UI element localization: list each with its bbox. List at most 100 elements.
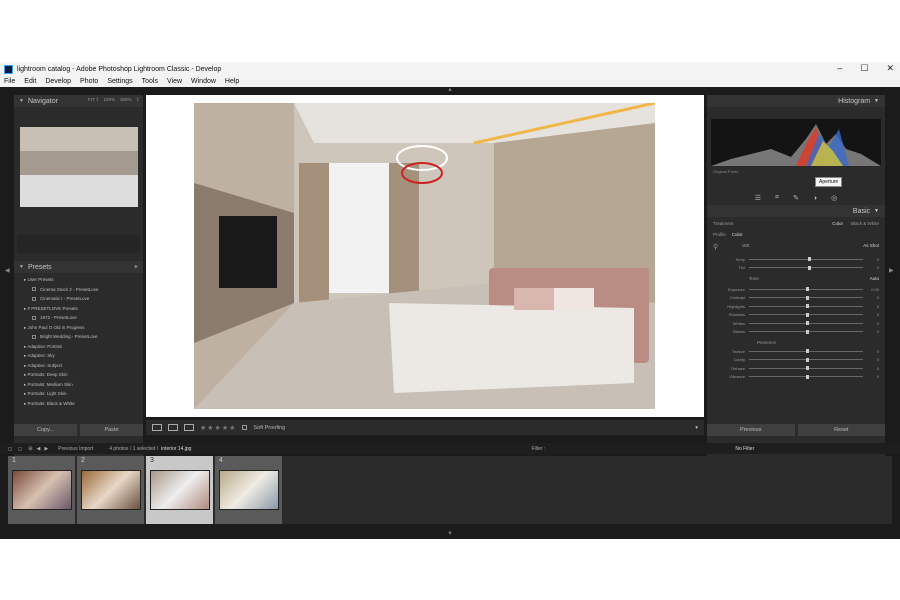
slider-value[interactable]: 0 [863, 374, 879, 379]
slider-value[interactable]: 0.00 [863, 287, 879, 292]
slider-value[interactable]: 0 [863, 312, 879, 317]
slider-value[interactable]: 0 [863, 329, 879, 334]
slider-knob[interactable] [806, 295, 809, 300]
menu-file[interactable]: File [4, 78, 15, 85]
preset-item[interactable]: ▸ # PRESETLOVE Presets [24, 304, 143, 314]
red-eye-icon[interactable]: ◎ [831, 194, 837, 202]
slider-row[interactable]: Highlights 0 [707, 302, 885, 311]
slider-value[interactable]: 0 [863, 366, 879, 371]
preset-item[interactable]: ▸ Adaptive: Subject [24, 361, 143, 371]
slider-row[interactable]: Tint 0 [707, 264, 885, 273]
menu-settings[interactable]: Settings [107, 78, 132, 85]
slider-value[interactable]: 0 [863, 304, 879, 309]
main-image-area[interactable] [146, 95, 704, 417]
top-panel-toggle-icon[interactable]: ▲ [447, 87, 453, 93]
wb-eyedropper-icon[interactable]: ⚲ [713, 243, 718, 251]
slider-row[interactable]: Shadows 0 [707, 311, 885, 320]
slider-value[interactable]: 0 [863, 357, 879, 362]
slider-knob[interactable] [808, 257, 812, 262]
slider-knob[interactable] [806, 366, 809, 371]
wb-select[interactable]: As Shot [863, 243, 879, 251]
grid-view-icon[interactable]: ⊞ [28, 446, 32, 452]
before-after-icon[interactable] [168, 424, 178, 431]
slider-knob[interactable] [806, 287, 809, 292]
slider-track[interactable] [749, 321, 863, 326]
source-label[interactable]: Previous Import [58, 446, 93, 452]
slider-row[interactable]: Contrast 0 [707, 294, 885, 303]
menu-window[interactable]: Window [191, 78, 216, 85]
menu-photo[interactable]: Photo [80, 78, 98, 85]
preset-item[interactable]: ▸ Portraits: Light Skin [24, 389, 143, 399]
back-arrow-icon[interactable]: ◀ [37, 446, 41, 452]
slider-track[interactable] [749, 295, 863, 300]
compare-icon[interactable] [184, 424, 194, 431]
slider-track[interactable] [749, 287, 863, 292]
menu-view[interactable]: View [167, 78, 182, 85]
forward-arrow-icon[interactable]: ▶ [44, 446, 48, 452]
navigator-preview[interactable] [19, 127, 138, 207]
slider-knob[interactable] [806, 329, 809, 334]
add-preset-icon[interactable]: + [134, 264, 138, 271]
slider-track[interactable] [749, 329, 863, 334]
slider-knob[interactable] [806, 349, 809, 354]
slider-value[interactable]: 0 [863, 321, 879, 326]
slider-knob[interactable] [806, 321, 809, 326]
menu-tools[interactable]: Tools [142, 78, 158, 85]
histogram-graph[interactable] [711, 119, 881, 166]
preset-item[interactable]: ▸ Adaptive: Sky [24, 351, 143, 361]
masking-icon[interactable]: ◑ [813, 195, 817, 202]
toolbar-menu-icon[interactable]: ▾ [695, 425, 698, 431]
slider-track[interactable] [749, 304, 863, 309]
filmstrip-cell[interactable]: 1 [8, 456, 75, 524]
soft-proofing-checkbox-icon[interactable] [242, 425, 248, 430]
preset-item[interactable]: Cinema Stock 2 - PresetLove [24, 285, 143, 295]
zoom-more[interactable]: ‡ [136, 97, 139, 102]
slider-value[interactable]: 0 [863, 349, 879, 354]
previous-button[interactable]: Previous [707, 424, 795, 436]
slider-track[interactable] [749, 357, 863, 362]
slider-row[interactable]: Temp 0 [707, 255, 885, 264]
profile-select[interactable]: Color [732, 232, 743, 237]
filmstrip-cell[interactable]: 4 [215, 456, 282, 524]
basic-header[interactable]: Basic ▼ [707, 205, 885, 217]
navigator-header[interactable]: ▼ Navigator FIT ‡ 100% 300% ‡ [14, 95, 143, 107]
presets-header[interactable]: ▼ Presets + [14, 261, 143, 273]
slider-row[interactable]: Dehaze 0 [707, 364, 885, 373]
slider-track[interactable] [749, 366, 863, 371]
slider-track[interactable] [749, 265, 863, 270]
preset-item[interactable]: Cinematic I - PresetLove [24, 294, 143, 304]
slider-row[interactable]: Blacks 0 [707, 328, 885, 337]
slider-value[interactable]: 0 [863, 265, 879, 270]
zoom-100[interactable]: 100% [103, 97, 115, 102]
menu-help[interactable]: Help [225, 78, 239, 85]
filter-select[interactable]: No Filter [735, 446, 754, 452]
histogram-header[interactable]: Histogram ▼ [707, 95, 885, 107]
treatment-bw-option[interactable]: Black & White [851, 221, 879, 226]
treatment-color-option[interactable]: Color [832, 221, 843, 226]
preset-item[interactable]: 1972 - PresetLove [24, 313, 143, 323]
maximize-button[interactable]: ☐ [860, 63, 868, 74]
slider-value[interactable]: 0 [863, 295, 879, 300]
zoom-300[interactable]: 300% [120, 97, 132, 102]
right-panel-toggle-icon[interactable]: ▶ [889, 267, 894, 274]
slider-row[interactable]: Whites 0 [707, 319, 885, 328]
slider-row[interactable]: Exposure 0.00 [707, 285, 885, 294]
loupe-view-icon[interactable] [152, 424, 162, 431]
slider-knob[interactable] [806, 312, 809, 317]
crop-icon[interactable]: ⌗ [775, 194, 779, 202]
filmstrip-cell-selected[interactable]: 3 [146, 456, 213, 524]
selected-filename[interactable]: interior 14.jpg [161, 446, 191, 452]
slider-knob[interactable] [806, 304, 809, 309]
slider-row[interactable]: Clarity 0 [707, 356, 885, 365]
bottom-panel-toggle-icon[interactable]: ▼ [447, 531, 453, 537]
reset-button[interactable]: Reset [797, 424, 885, 436]
slider-knob[interactable] [806, 374, 809, 379]
edit-sliders-icon[interactable]: ☰ [755, 194, 761, 202]
preset-item[interactable]: ▸ Portraits: Black & White [24, 399, 143, 409]
slider-track[interactable] [749, 349, 863, 354]
menu-edit[interactable]: Edit [24, 78, 36, 85]
healing-brush-icon[interactable]: ✎ [793, 194, 799, 202]
second-window-icon[interactable]: ◻ [18, 446, 22, 452]
zoom-fit[interactable]: FIT ‡ [88, 97, 98, 102]
copy-button[interactable]: Copy... [14, 424, 77, 436]
